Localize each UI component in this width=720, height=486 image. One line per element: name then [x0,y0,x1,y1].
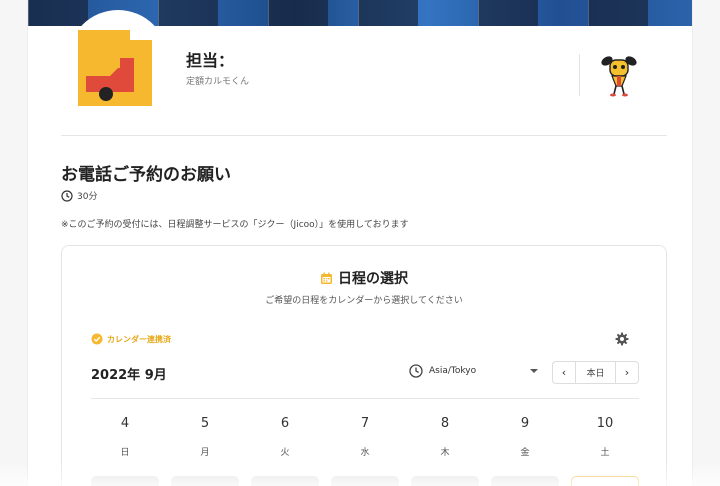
day-date: 7 [360,416,370,431]
day-slot [171,476,239,486]
scheduler-subtitle: ご希望の日程をカレンダーから選択してください [265,296,463,306]
day-slot [251,476,319,486]
day-column: 9 金 [491,414,571,486]
day-weekday: 金 [520,448,530,458]
clock-icon [409,364,423,378]
day-column: 5 月 [171,414,251,486]
event-duration: 30分 [61,189,97,202]
timezone-select[interactable]: Asia/Tokyo [409,364,476,378]
day-date: 8 [440,416,450,431]
service-notice: ※このご予約の受付には、日程調整サービスの「ジクー（Jicoo）」を使用しており… [61,220,409,230]
gear-icon[interactable] [615,332,629,346]
booking-page: 担当： 定額カルモくん お電話ご予約のお願い 30分 ※このご予約の受付には、日… [27,0,693,486]
scheduler-panel: 日程の選択 ご希望の日程をカレンダーから選択してください カレンダー連携済 20… [61,245,667,486]
day-date: 5 [200,416,210,431]
calendar-synced-badge: カレンダー連携済 [91,333,171,345]
day-date: 10 [596,416,614,431]
calendar-rule [91,398,639,399]
header-rule [61,135,667,136]
host-label: 担当： [186,51,235,70]
calendar-nav: ‹ 本日 › [552,361,639,384]
duration-text: 30分 [77,192,98,202]
chevron-right-icon[interactable]: › [616,362,638,383]
day-slot-available[interactable] [571,476,639,486]
event-title: お電話ご予約のお願い [61,165,231,185]
mascot-icon [601,56,637,97]
day-weekday: 土 [600,448,610,458]
month-label: 2022年 9月 [91,368,167,383]
day-weekday: 水 [360,448,370,458]
calendar-synced-text: カレンダー連携済 [107,334,171,344]
today-button[interactable]: 本日 [575,362,616,383]
scheduler-title-text: 日程の選択 [338,271,408,287]
day-column[interactable]: 10 土 [571,414,651,486]
day-column: 7 水 [331,414,411,486]
scheduler-title: 日程の選択 [62,268,666,288]
week-days: 4 日 5 月 6 火 7 水 8 木 9 金 10 土 [91,414,651,486]
day-column: 4 日 [91,414,171,486]
timezone-value: Asia/Tokyo [429,366,477,376]
host-avatar [68,10,168,110]
check-circle-icon [91,333,103,345]
chevron-left-icon[interactable]: ‹ [553,362,575,383]
day-slot [91,476,159,486]
day-weekday: 火 [280,448,290,458]
day-weekday: 月 [200,448,210,458]
brand-logo-icon [78,30,152,106]
day-slot [491,476,559,486]
day-weekday: 日 [120,448,130,458]
day-weekday: 木 [440,448,450,458]
day-column: 6 火 [251,414,331,486]
caret-down-icon[interactable] [530,369,538,373]
host-name: 定額カルモくん [186,77,250,87]
day-column: 8 木 [411,414,491,486]
day-date: 6 [280,416,290,431]
header-divider [579,54,580,96]
day-slot [411,476,479,486]
calendar-icon [321,272,332,284]
day-date: 4 [120,416,130,431]
clock-icon [61,189,73,202]
day-date: 9 [520,416,530,431]
day-slot [331,476,399,486]
